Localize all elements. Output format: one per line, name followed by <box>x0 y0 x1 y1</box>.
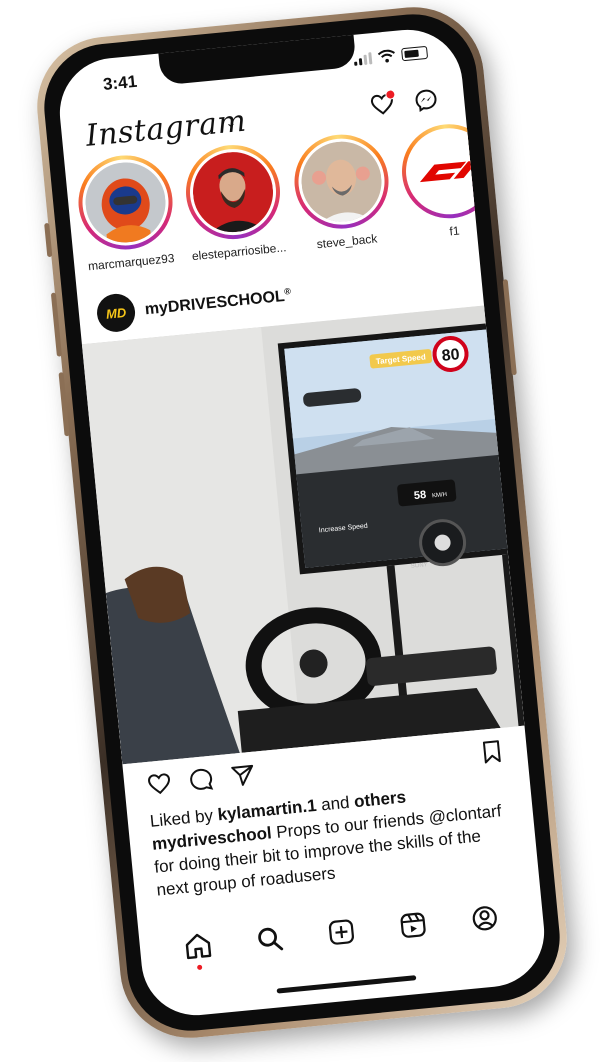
bearded-man-avatar <box>189 148 278 236</box>
bald-man-avatar <box>297 138 385 226</box>
scene: 3:41 Instagram ⌄ marcmarquez93 elestepar… <box>0 0 602 1062</box>
story-marcmarquez93[interactable]: marcmarquez93 <box>74 151 179 279</box>
reels-icon[interactable] <box>397 909 430 942</box>
post-avatar[interactable]: MD <box>95 292 137 334</box>
notification-dot <box>384 89 396 101</box>
wifi-icon <box>377 49 395 63</box>
search-icon[interactable] <box>253 923 286 956</box>
mute-switch <box>44 222 53 258</box>
account-switch-chevron-icon[interactable]: ⌄ <box>225 114 237 131</box>
messenger-icon[interactable] <box>413 87 439 113</box>
home-icon[interactable] <box>182 930 215 971</box>
story-username: elesteparriosibe... <box>191 240 287 264</box>
power-button <box>502 279 517 376</box>
battery-icon <box>401 45 429 62</box>
post-username[interactable]: myDRIVESCHOOL® <box>144 286 292 319</box>
story-steve_back[interactable]: steve_back <box>289 130 395 258</box>
bottom-tab-bar <box>138 888 545 976</box>
volume-up-button <box>50 292 62 357</box>
new-post-icon[interactable] <box>325 916 358 949</box>
status-time: 3:41 <box>102 71 138 95</box>
header-actions <box>369 87 439 117</box>
post-image[interactable]: Target Speed 80 58 KM/H Increase Speed S… <box>81 305 525 765</box>
signal-icon <box>353 51 373 66</box>
dash-speed: 58 <box>413 489 426 502</box>
speed-limit-value: 80 <box>441 346 460 365</box>
status-icons <box>353 45 429 66</box>
home-indicator[interactable] <box>276 975 417 994</box>
home-active-dot <box>196 964 203 971</box>
story-username: f1 <box>448 223 461 239</box>
story-elesteparriosibe[interactable]: elesteparriosibe... <box>182 140 288 270</box>
profile-icon[interactable] <box>468 902 501 935</box>
story-username: steve_back <box>316 231 378 252</box>
f1-logo-avatar <box>405 127 493 215</box>
rider-avatar <box>81 158 170 247</box>
phone-frame: 3:41 Instagram ⌄ marcmarquez93 elestepar… <box>30 0 574 1045</box>
bezel: 3:41 Instagram ⌄ marcmarquez93 elestepar… <box>38 8 566 1037</box>
bookmark-icon[interactable] <box>478 738 506 766</box>
heart-icon[interactable] <box>369 89 396 117</box>
story-username: marcmarquez93 <box>87 251 176 274</box>
share-icon[interactable] <box>229 762 257 790</box>
liked-by-others-link[interactable]: others <box>353 787 407 811</box>
story-f1[interactable]: f1 <box>397 120 502 248</box>
screen: 3:41 Instagram ⌄ marcmarquez93 elestepar… <box>54 24 550 1021</box>
volume-down-button <box>58 372 70 437</box>
comment-icon[interactable] <box>187 766 215 794</box>
like-heart-icon[interactable] <box>145 770 173 798</box>
